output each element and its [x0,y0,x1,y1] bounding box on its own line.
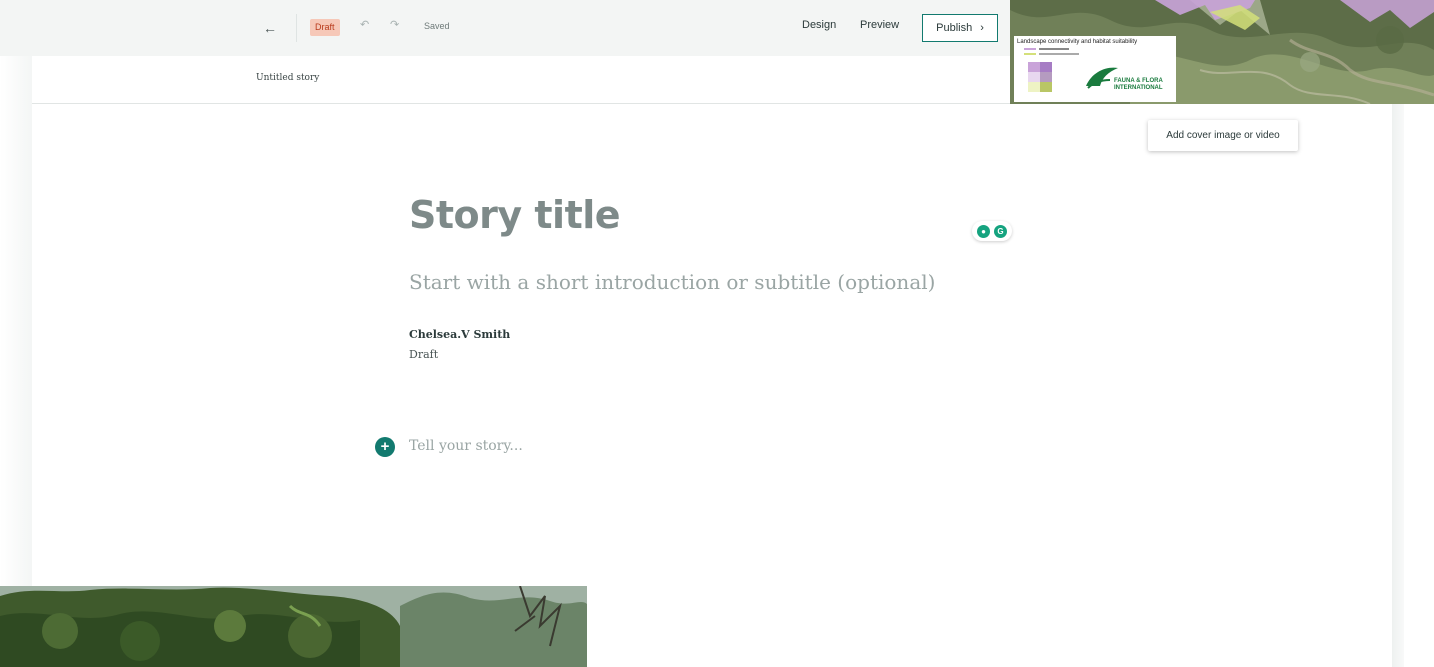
legend-org-line1: FAUNA & FLORA [1114,78,1163,84]
grammarly-icon[interactable]: G [994,224,1007,238]
forest-photo [0,586,587,667]
design-button[interactable]: Design [802,19,836,31]
save-status: Saved [424,21,450,31]
story-name[interactable]: Untitled story [256,73,319,83]
publish-label: Publish [936,22,973,34]
chevron-right-icon: › [980,22,984,34]
legend-swatches [1024,48,1118,92]
publish-button[interactable]: Publish › [922,14,998,42]
redo-button[interactable]: ↷ [390,18,399,31]
back-button[interactable]: ← [258,16,282,40]
undo-button[interactable]: ↶ [360,18,369,31]
legend-organization: FAUNA & FLORA INTERNATIONAL [1114,78,1174,92]
undo-icon: ↶ [360,19,370,31]
story-body-input[interactable]: Tell your story... [409,438,523,454]
toolbar-divider [296,14,297,42]
plus-icon: + [380,438,390,455]
add-block-button[interactable]: + [375,437,395,457]
author-status: Draft [409,348,439,361]
story-title-input[interactable]: Story title [409,193,621,237]
page-left-edge [0,56,32,586]
redo-icon: ↷ [390,19,400,31]
extension-widget[interactable]: ● G [972,221,1012,241]
story-subtitle-input[interactable]: Start with a short introduction or subti… [409,270,935,294]
arrow-left-icon: ← [263,20,277,36]
map-legend: Landscape connectivity and habitat suita… [1014,36,1176,102]
legend-org-line2: INTERNATIONAL [1114,85,1163,91]
forest-photo-graphic [0,586,587,667]
preview-button[interactable]: Preview [860,19,899,31]
top-toolbar: ← Draft ↶ ↷ Saved Design Preview Publish… [0,0,1010,56]
page-right-edge [1392,104,1404,667]
location-pin-icon[interactable]: ● [977,224,990,238]
author-name: Chelsea.V Smith [409,328,511,341]
add-cover-button[interactable]: Add cover image or video [1148,120,1298,151]
status-badge: Draft [310,19,340,36]
